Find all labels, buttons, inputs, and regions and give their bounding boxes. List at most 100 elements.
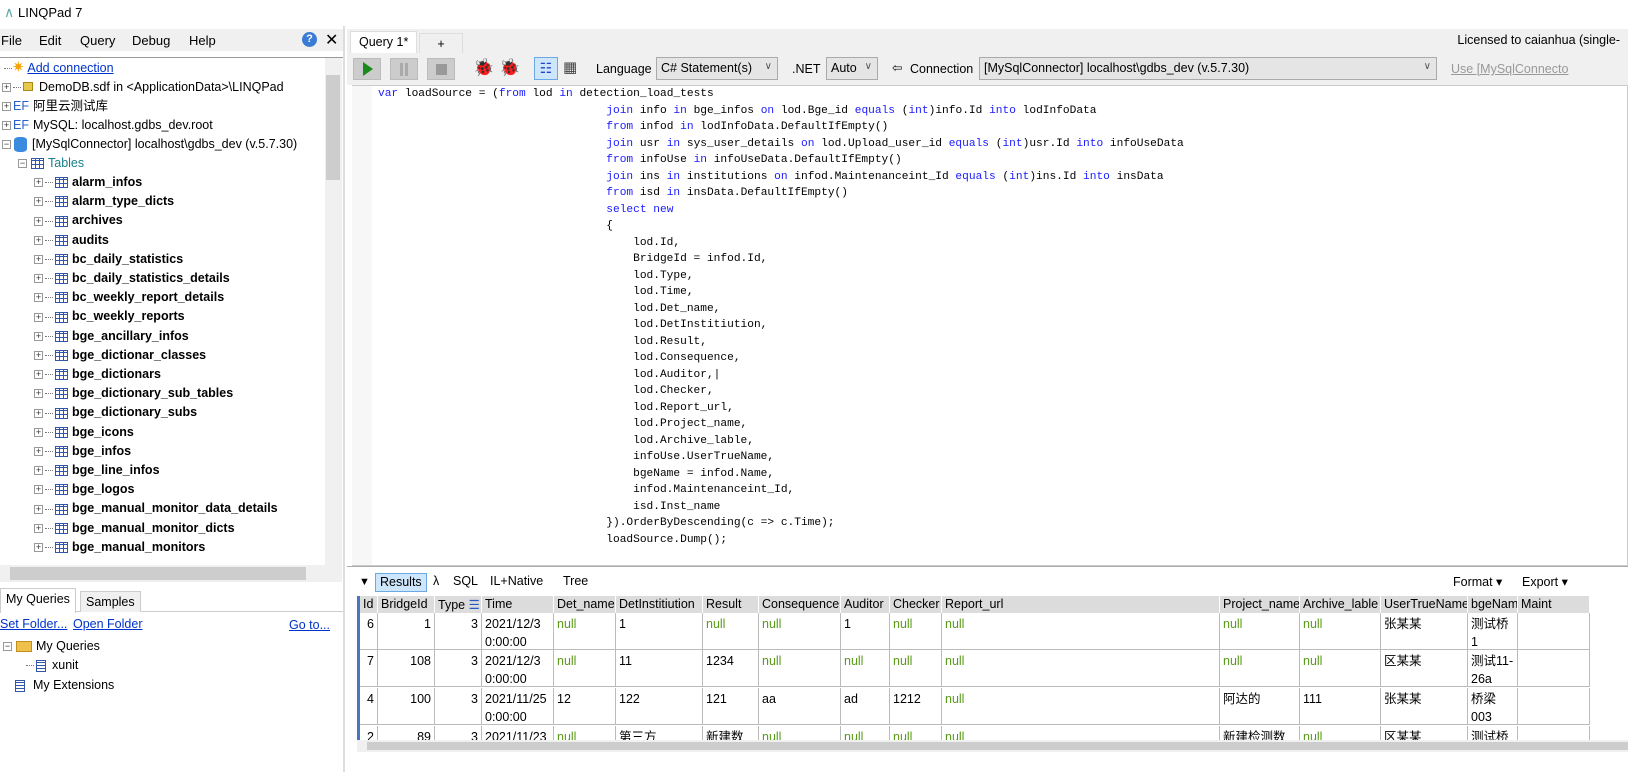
expand-icon[interactable]: + (34, 312, 43, 322)
grid-cell[interactable]: null (1300, 726, 1381, 740)
column-header[interactable]: Report_url (942, 596, 1220, 613)
open-folder-link[interactable]: Open Folder (73, 617, 142, 631)
column-header[interactable]: UserTrueName (1381, 596, 1468, 613)
grid-cell[interactable]: 2021/12/3 0:00:00 (482, 613, 554, 650)
table-node[interactable]: + bge_manual_monitors (34, 538, 205, 556)
results-to-rich-text-icon[interactable]: ☷ (534, 57, 558, 80)
column-header[interactable]: bgeName (1468, 596, 1518, 613)
grid-cell[interactable]: null (759, 613, 841, 650)
expand-icon[interactable]: + (34, 485, 43, 495)
my-extensions[interactable]: My Extensions (13, 676, 114, 694)
scrollbar-thumb[interactable] (10, 567, 306, 580)
stop-button[interactable] (427, 58, 455, 80)
language-select[interactable]: C# Statement(s) ∨ (656, 57, 778, 80)
grid-cell[interactable]: 3 (435, 726, 482, 740)
table-node[interactable]: + alarm_type_dicts (34, 192, 174, 210)
scrollbar-thumb[interactable] (367, 742, 1628, 750)
pause-button[interactable] (390, 58, 418, 80)
grid-cell[interactable]: null (942, 688, 1220, 725)
tab-query-1[interactable]: Query 1* (350, 31, 418, 54)
grid-cell[interactable]: 1234 (703, 650, 759, 687)
column-header[interactable]: BridgeId (378, 596, 435, 613)
grid-cell[interactable]: 1 (378, 613, 435, 650)
connection-aliyun[interactable]: + EF 阿里云测试库 (2, 97, 108, 115)
sort-menu-icon[interactable]: ☰ (465, 598, 480, 612)
grid-cell[interactable]: null (890, 650, 942, 687)
grid-cell[interactable] (1518, 650, 1590, 687)
grid-cell[interactable]: 7 (360, 650, 378, 687)
table-node[interactable]: + bge_infos (34, 442, 131, 460)
expand-icon[interactable]: + (34, 235, 43, 245)
menu-query[interactable]: Query (80, 33, 115, 48)
grid-cell[interactable]: null (942, 613, 1220, 650)
grid-cell[interactable]: null (942, 650, 1220, 687)
grid-cell[interactable]: 1 (616, 613, 703, 650)
expand-icon[interactable]: + (34, 447, 43, 456)
collapse-results-icon[interactable]: ▼ (355, 575, 374, 594)
column-header[interactable]: Checker (890, 596, 942, 613)
tab-lambda[interactable]: λ (429, 573, 443, 592)
results-to-grid-icon[interactable]: ▦ (563, 58, 577, 76)
expand-icon[interactable]: + (34, 178, 43, 188)
grid-cell[interactable] (1518, 613, 1590, 650)
grid-cell[interactable]: 2 (360, 726, 378, 740)
expand-icon[interactable]: + (34, 216, 43, 226)
tables-folder[interactable]: − Tables (18, 154, 84, 172)
grid-cell[interactable]: null (1300, 613, 1381, 650)
grid-cell[interactable]: 108 (378, 650, 435, 687)
table-node[interactable]: + bc_weekly_report_details (34, 288, 224, 306)
grid-cell[interactable]: 111 (1300, 688, 1381, 725)
grid-cell[interactable]: 100 (378, 688, 435, 725)
grid-cell[interactable]: 3 (435, 650, 482, 687)
expand-icon[interactable]: + (34, 543, 43, 552)
grid-cell[interactable]: 11 (616, 650, 703, 687)
grid-cell[interactable]: 3 (435, 688, 482, 725)
table-node[interactable]: + bge_dictionar_classes (34, 346, 206, 364)
code-text[interactable]: var loadSource = (from lod in detection_… (378, 86, 1184, 548)
export-menu[interactable]: Export ▾ (1518, 573, 1572, 592)
expand-icon[interactable]: + (34, 255, 43, 264)
expand-icon[interactable]: + (34, 370, 43, 380)
close-icon[interactable]: ✕ (325, 30, 338, 50)
expand-icon[interactable]: + (34, 408, 43, 418)
grid-cell[interactable]: null (554, 650, 616, 687)
expand-icon[interactable]: + (34, 197, 43, 207)
grid-cell[interactable]: aa (759, 688, 841, 725)
table-node[interactable]: + bge_ancillary_infos (34, 327, 189, 345)
grid-cell[interactable]: 测试11- 26a (1468, 650, 1518, 687)
query-item-xunit[interactable]: xunit (26, 656, 78, 674)
table-node[interactable]: + audits (34, 231, 109, 249)
table-node[interactable]: + bge_dictionars (34, 365, 161, 383)
column-header[interactable]: Result (703, 596, 759, 613)
grid-cell[interactable]: 张某某 (1381, 613, 1468, 650)
grid-cell[interactable]: null (890, 726, 942, 740)
menu-help[interactable]: Help (189, 33, 216, 48)
table-node[interactable]: + bge_dictionary_sub_tables (34, 384, 233, 402)
grid-cell[interactable]: null (1220, 613, 1300, 650)
grid-cell[interactable]: 2021/11/23 (482, 726, 554, 740)
grid-cell[interactable]: null (759, 726, 841, 740)
column-header[interactable]: Time (482, 596, 554, 613)
grid-cell[interactable]: 2021/11/25 0:00:00 (482, 688, 554, 725)
grid-cell[interactable]: 测试桥1 (1468, 613, 1518, 650)
table-node[interactable]: + bge_dictionary_subs (34, 403, 197, 421)
table-node[interactable]: + bc_daily_statistics_details (34, 269, 230, 287)
grid-cell[interactable]: 第三方 (616, 726, 703, 740)
debug-bug-step-icon[interactable]: 🐞 (499, 58, 520, 78)
use-connection-link[interactable]: Use [MySqlConnecto (1451, 62, 1568, 76)
table-node[interactable]: + bge_manual_monitor_dicts (34, 519, 235, 537)
tab-results[interactable]: Results (375, 573, 427, 592)
expand-icon[interactable]: + (34, 351, 43, 360)
menu-file[interactable]: File (1, 33, 22, 48)
grid-cell[interactable]: null (841, 650, 890, 687)
column-header[interactable]: Maint (1518, 596, 1590, 613)
column-header[interactable]: Det_name (554, 596, 616, 613)
my-queries-folder[interactable]: − My Queries (3, 637, 100, 655)
column-header[interactable]: Consequence (759, 596, 841, 613)
scrollbar-thumb[interactable] (326, 75, 340, 180)
grid-cell[interactable]: 121 (703, 688, 759, 725)
tab-my-queries[interactable]: My Queries (0, 588, 76, 613)
connection-mysql[interactable]: + EF MySQL: localhost.gdbs_dev.root (2, 116, 213, 134)
grid-cell[interactable]: 1 (841, 613, 890, 650)
table-node[interactable]: + bge_icons (34, 423, 134, 441)
